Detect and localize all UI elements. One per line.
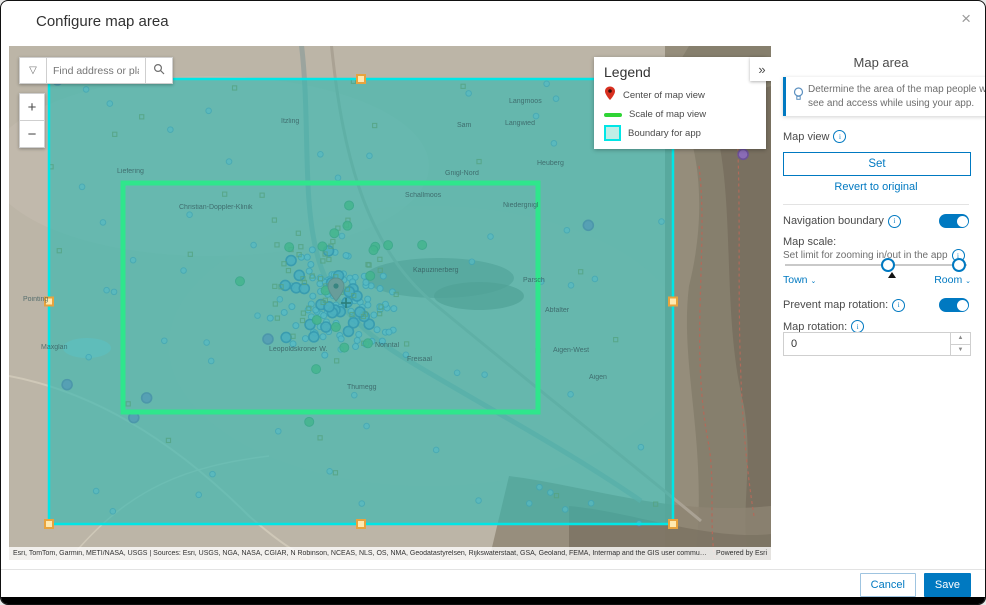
slider-marker-triangle-icon <box>888 272 896 278</box>
prevent-rotation-label: Prevent map rotation: <box>783 299 888 311</box>
map-scale-label: Map scale: <box>783 236 836 248</box>
close-icon[interactable]: × <box>961 9 971 29</box>
chevron-down-icon: ▽ <box>29 65 37 76</box>
search-icon <box>153 63 165 78</box>
prevent-rotation-toggle[interactable] <box>939 298 969 312</box>
cancel-button[interactable]: Cancel <box>860 573 916 597</box>
double-chevron-right-icon: » <box>758 62 765 77</box>
revert-to-original-link[interactable]: Revert to original <box>781 181 971 193</box>
search-source-dropdown[interactable]: ▽ <box>19 57 47 84</box>
boundary-handle[interactable] <box>357 75 365 83</box>
divider <box>783 204 969 205</box>
map-attribution: Esri, TomTom, Garmin, METI/NASA, USGS | … <box>9 547 771 560</box>
boundary-handle[interactable] <box>357 520 365 528</box>
boundary-for-app-rect[interactable] <box>49 79 673 524</box>
scale-max-dropdown[interactable]: Room ⌄ <box>934 274 971 286</box>
map-pin-icon <box>604 86 616 104</box>
slider-max-handle[interactable] <box>952 258 966 272</box>
map-rotation-label: Map rotation: <box>783 321 847 333</box>
powered-by-esri: Powered by Esri <box>716 550 767 557</box>
legend-item: Scale of map view <box>604 109 756 120</box>
legend-title: Legend <box>604 64 756 80</box>
legend-item-label: Scale of map view <box>629 109 706 120</box>
lightbulb-icon <box>793 87 804 107</box>
zoom-controls: + − <box>19 93 45 148</box>
tip-text: Determine the area of the map people wil… <box>808 84 986 109</box>
info-icon[interactable]: i <box>892 299 905 312</box>
window-bottom-edge <box>1 597 985 604</box>
dialog-footer: Cancel Save <box>1 569 985 599</box>
navigation-boundary-toggle[interactable] <box>939 214 969 228</box>
scale-max-value: Room <box>934 274 962 286</box>
legend-collapse-button[interactable]: » <box>750 57 771 81</box>
attribution-sources: Esri, TomTom, Garmin, METI/NASA, USGS | … <box>13 550 708 557</box>
boundary-handle[interactable] <box>669 520 677 528</box>
slider-min-handle[interactable] <box>881 258 895 272</box>
navigation-boundary-label: Navigation boundary <box>783 215 884 227</box>
set-map-view-button[interactable]: Set <box>783 152 971 176</box>
map-scale-slider <box>785 258 967 272</box>
search-bar: ▽ <box>19 57 173 84</box>
map-rotation-input[interactable] <box>784 333 950 355</box>
tip-callout: Determine the area of the map people wil… <box>783 77 986 116</box>
boundary-handle[interactable] <box>45 298 53 306</box>
search-input[interactable] <box>47 57 145 84</box>
map-area-settings-panel: Map area Determine the area of the map p… <box>781 46 981 561</box>
boundary-swatch-icon <box>604 125 621 141</box>
chevron-down-icon: ⌄ <box>810 278 816 285</box>
spinner-up-icon[interactable]: ▲ <box>951 333 970 345</box>
spinner-down-icon[interactable]: ▼ <box>951 345 970 356</box>
map-canvas[interactable]: PointingMaxglanLieferingItzlingSamLangmo… <box>9 46 771 560</box>
boundary-handle[interactable] <box>669 298 677 306</box>
slider-track[interactable] <box>785 264 967 266</box>
zoom-in-button[interactable]: + <box>19 93 45 121</box>
configure-map-area-dialog: Configure map area × <box>0 0 986 605</box>
scale-min-dropdown[interactable]: Town ⌄ <box>783 274 816 286</box>
save-button[interactable]: Save <box>924 573 971 597</box>
map-view-label: Map view <box>783 131 829 143</box>
info-icon[interactable]: i <box>833 130 846 143</box>
legend-item-label: Center of map view <box>623 90 705 101</box>
legend-item-label: Boundary for app <box>628 128 701 139</box>
legend-card: Legend Center of map view Scale of map v… <box>594 57 766 149</box>
legend-item: Center of map view <box>604 86 756 104</box>
search-button[interactable] <box>145 57 173 84</box>
legend-item: Boundary for app <box>604 125 756 141</box>
map-rotation-field: ▲ ▼ <box>783 332 971 356</box>
dialog-title: Configure map area <box>36 13 169 30</box>
number-spinner: ▲ ▼ <box>950 333 970 355</box>
scale-line-icon <box>604 113 622 117</box>
zoom-out-button[interactable]: − <box>19 121 45 148</box>
info-icon[interactable]: i <box>888 215 901 228</box>
panel-title: Map area <box>781 55 981 70</box>
scale-min-value: Town <box>783 274 808 286</box>
boundary-handle[interactable] <box>45 520 53 528</box>
chevron-down-icon: ⌄ <box>965 278 971 285</box>
